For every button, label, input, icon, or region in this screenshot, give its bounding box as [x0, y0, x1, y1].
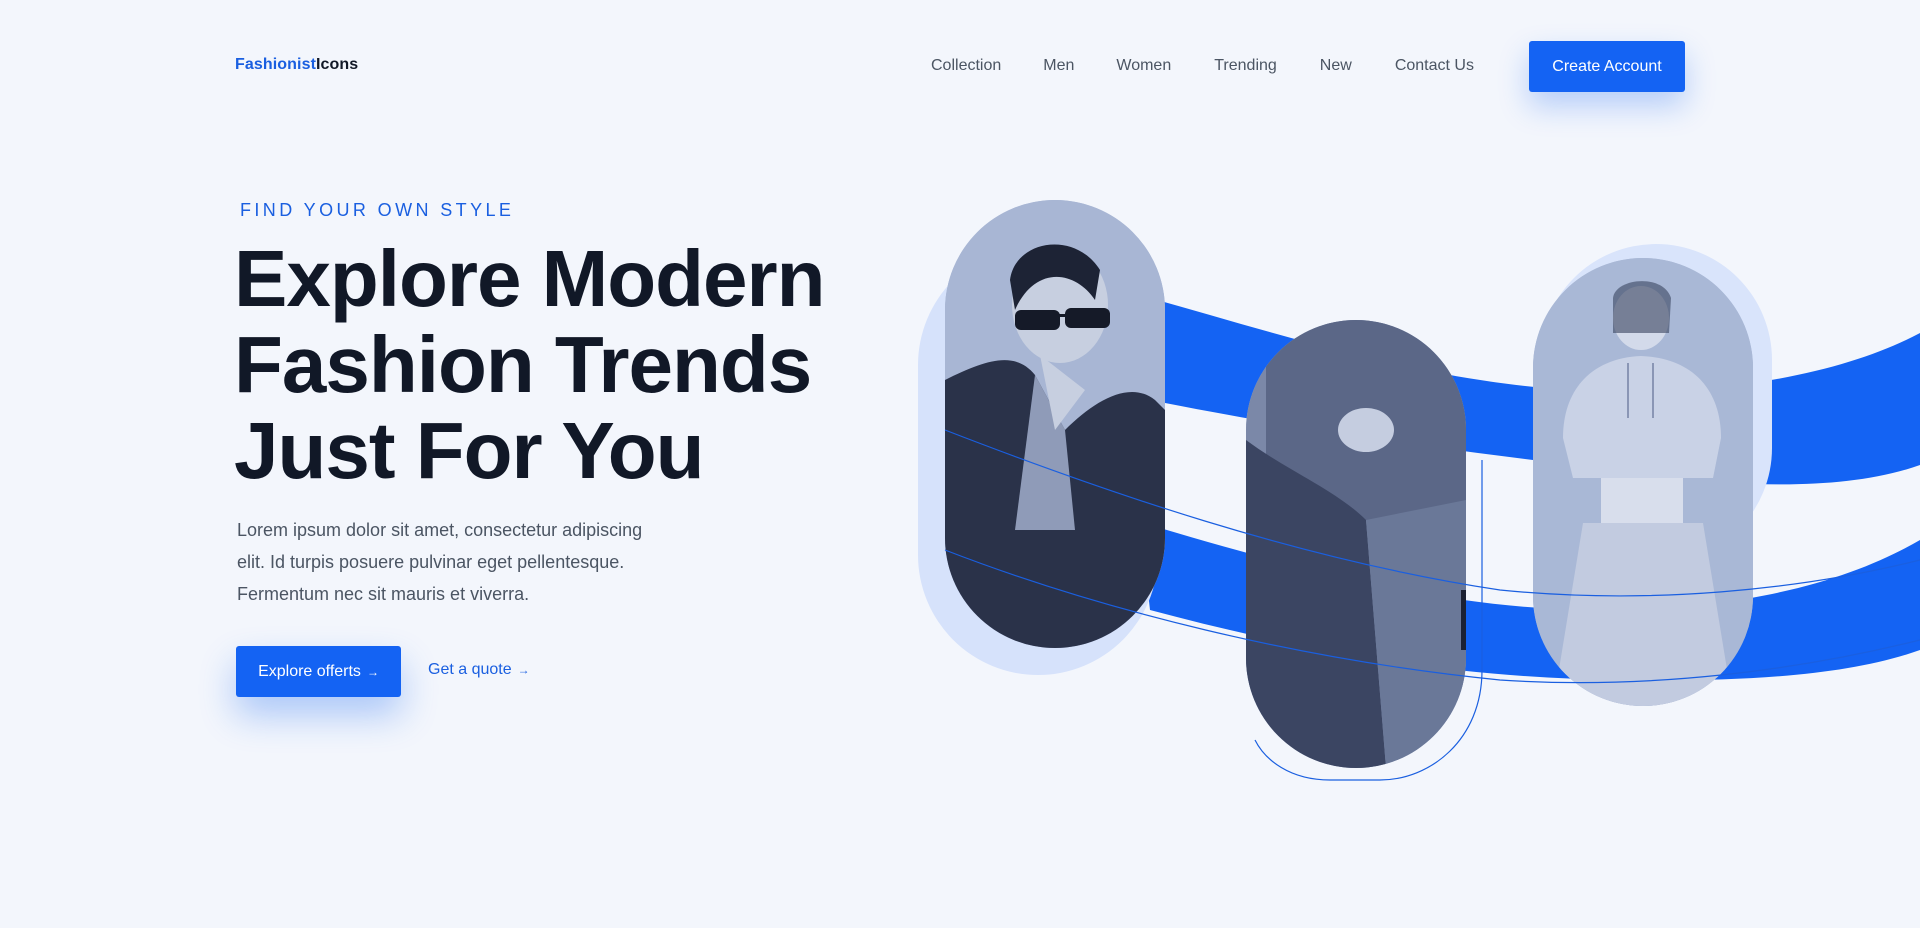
- image-halo-left: [918, 245, 1158, 675]
- hero-headline: Explore Modern Fashion Trends Just For Y…: [234, 236, 854, 494]
- main-nav: Collection Men Women Trending New Contac…: [931, 56, 1474, 76]
- explore-offers-button[interactable]: Explore offerts →: [236, 646, 401, 697]
- brand-logo-part1: Fashionist: [235, 56, 317, 73]
- description-line-2: elit. Id turpis posuere pulvinar eget pe…: [237, 552, 625, 572]
- create-account-button[interactable]: Create Account: [1529, 41, 1685, 92]
- image-woman-hoodie: [1533, 258, 1753, 706]
- explore-offers-label: Explore offerts: [258, 662, 361, 680]
- get-a-quote-link[interactable]: Get a quote →: [428, 661, 530, 679]
- image-halo-right: [1540, 244, 1772, 564]
- nav-contact-us[interactable]: Contact Us: [1395, 56, 1474, 76]
- description-line-3: Fermentum nec sit mauris et viverra.: [237, 584, 530, 604]
- woman-hoodie-illustration: [1533, 258, 1753, 706]
- get-a-quote-label: Get a quote: [428, 661, 512, 678]
- headline-line-1: Explore Modern: [234, 234, 826, 323]
- description-line-1: Lorem ipsum dolor sit amet, consectetur …: [237, 520, 643, 540]
- nav-collection[interactable]: Collection: [931, 56, 1001, 76]
- nav-trending[interactable]: Trending: [1214, 56, 1277, 76]
- brand-logo[interactable]: FashionistIcons: [235, 56, 358, 74]
- hero-eyebrow: FIND YOUR OWN STYLE: [240, 200, 515, 220]
- arrow-right-icon: →: [517, 663, 530, 677]
- person-holding-coat-illustration: [1246, 320, 1466, 768]
- image-person-holding-coat: [1246, 320, 1466, 768]
- headline-line-3: Just For You: [234, 406, 705, 495]
- nav-men[interactable]: Men: [1043, 56, 1074, 76]
- woman-sunglasses-illustration: [945, 200, 1165, 648]
- arrow-right-icon: →: [366, 664, 379, 679]
- nav-women[interactable]: Women: [1116, 56, 1171, 76]
- hero-description: Lorem ipsum dolor sit amet, consectetur …: [237, 514, 697, 610]
- nav-new[interactable]: New: [1320, 56, 1352, 76]
- brand-logo-part2: Icons: [316, 56, 359, 73]
- headline-line-2: Fashion Trends: [234, 320, 812, 409]
- image-woman-sunglasses: [945, 200, 1165, 648]
